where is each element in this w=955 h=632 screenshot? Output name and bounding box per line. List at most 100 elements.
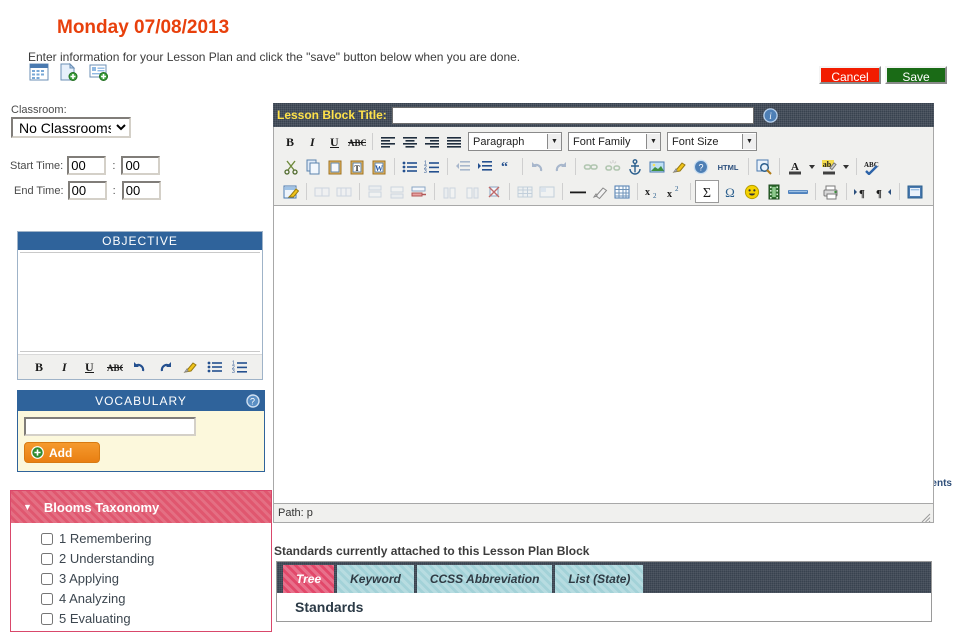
blooms-taxonomy-header[interactable]: ▼ Blooms Taxonomy: [11, 491, 271, 523]
list-item[interactable]: 2 Understanding: [41, 551, 271, 566]
cut-icon[interactable]: [280, 156, 302, 177]
list-item[interactable]: 4 Analyzing: [41, 591, 271, 606]
blooms-checkbox[interactable]: [41, 532, 53, 545]
classroom-select[interactable]: No Classrooms: [11, 117, 131, 138]
align-justify-icon[interactable]: [443, 131, 465, 152]
list-item[interactable]: 5 Evaluating: [41, 611, 271, 626]
ltr-icon[interactable]: ¶: [851, 181, 873, 202]
remove-format-icon[interactable]: [589, 181, 611, 202]
preview-icon[interactable]: [753, 156, 775, 177]
insert-col-before-icon[interactable]: [439, 181, 461, 202]
end-time-minute-input[interactable]: 00: [121, 181, 161, 200]
sigma-icon[interactable]: Σ: [695, 180, 719, 203]
outdent-icon[interactable]: [452, 156, 474, 177]
help-icon[interactable]: ?: [690, 156, 712, 177]
help-circle-icon[interactable]: ?: [246, 394, 260, 408]
insert-col-after-icon[interactable]: [461, 181, 483, 202]
blooms-checkbox[interactable]: [41, 572, 53, 585]
align-left-icon[interactable]: [377, 131, 399, 152]
unlink-icon[interactable]: [602, 156, 624, 177]
horizontal-rule-icon[interactable]: [567, 181, 589, 202]
link-icon[interactable]: [580, 156, 602, 177]
bullet-list-icon[interactable]: [207, 359, 223, 375]
blooms-checkbox[interactable]: [41, 552, 53, 565]
insert-row-before-icon[interactable]: [364, 181, 386, 202]
list-item[interactable]: 1 Remembering: [41, 531, 271, 546]
html-source-icon[interactable]: HTML: [712, 156, 744, 177]
redo-icon[interactable]: [157, 359, 173, 375]
background-color-arrow-icon[interactable]: [840, 156, 852, 177]
add-block-icon[interactable]: [89, 63, 109, 81]
tab-ccss-abbreviation[interactable]: CCSS Abbreviation: [417, 565, 553, 593]
chevron-down-icon[interactable]: ▼: [646, 134, 660, 149]
media-icon[interactable]: [763, 181, 785, 202]
list-item[interactable]: 3 Applying: [41, 571, 271, 586]
tab-tree[interactable]: Tree: [283, 565, 334, 593]
add-page-icon[interactable]: [59, 62, 79, 81]
numbered-list-icon[interactable]: 123: [232, 359, 248, 375]
page-break-icon[interactable]: [785, 181, 811, 202]
start-time-hour-input[interactable]: 00: [67, 156, 107, 175]
add-vocabulary-button[interactable]: Add: [24, 442, 100, 463]
blockquote-icon[interactable]: “: [496, 156, 518, 177]
objective-editor-area[interactable]: [20, 252, 260, 352]
print-icon[interactable]: [820, 181, 842, 202]
text-color-arrow-icon[interactable]: [806, 156, 818, 177]
chevron-down-icon[interactable]: ▼: [742, 134, 756, 149]
bold-icon[interactable]: B: [280, 131, 302, 152]
numbered-list-icon[interactable]: 123: [421, 156, 443, 177]
table-props-icon[interactable]: [514, 181, 536, 202]
lesson-block-title-input[interactable]: [391, 106, 754, 124]
start-time-minute-input[interactable]: 00: [121, 156, 161, 175]
cancel-button[interactable]: Cancel: [819, 66, 881, 84]
paragraph-format-select[interactable]: Paragraph ▼: [468, 132, 562, 151]
bullet-list-icon[interactable]: [399, 156, 421, 177]
emoticon-icon[interactable]: [741, 181, 763, 202]
delete-row-icon[interactable]: [408, 181, 430, 202]
strikethrough-icon[interactable]: ABC: [346, 131, 368, 152]
undo-icon[interactable]: [132, 359, 148, 375]
underline-icon[interactable]: U: [324, 131, 346, 152]
end-time-hour-input[interactable]: 00: [67, 181, 107, 200]
anchor-icon[interactable]: [624, 156, 646, 177]
cell-props-icon[interactable]: [536, 181, 558, 202]
font-family-select[interactable]: Font Family ▼: [568, 132, 661, 151]
paste-text-icon[interactable]: T: [346, 156, 368, 177]
calendar-icon[interactable]: [29, 63, 49, 81]
italic-icon[interactable]: I: [302, 131, 324, 152]
italic-icon[interactable]: I: [57, 359, 73, 375]
merge-cells-icon[interactable]: [311, 181, 333, 202]
subscript-icon[interactable]: x2: [642, 181, 664, 202]
delete-col-icon[interactable]: [483, 181, 505, 202]
clean-icon[interactable]: [668, 156, 690, 177]
font-size-select[interactable]: Font Size ▼: [667, 132, 757, 151]
undo-icon[interactable]: [527, 156, 549, 177]
rtl-icon[interactable]: ¶: [873, 181, 895, 202]
image-icon[interactable]: [646, 156, 668, 177]
paste-word-icon[interactable]: W: [368, 156, 390, 177]
background-color-icon[interactable]: ab: [818, 156, 840, 177]
paste-icon[interactable]: [324, 156, 346, 177]
insert-row-after-icon[interactable]: [386, 181, 408, 202]
align-center-icon[interactable]: [399, 131, 421, 152]
lesson-block-content-area[interactable]: [273, 206, 934, 504]
indent-icon[interactable]: [474, 156, 496, 177]
tab-list-state[interactable]: List (State): [555, 565, 643, 593]
vocabulary-input[interactable]: [24, 417, 196, 436]
blooms-checkbox[interactable]: [41, 592, 53, 605]
redo-icon[interactable]: [549, 156, 571, 177]
strikethrough-icon[interactable]: ABC: [107, 359, 126, 375]
fullscreen-icon[interactable]: [904, 181, 926, 202]
insert-table-icon[interactable]: [611, 181, 633, 202]
underline-icon[interactable]: U: [82, 359, 98, 375]
info-circle-icon[interactable]: i: [763, 107, 778, 123]
spellcheck-icon[interactable]: ABC: [861, 156, 883, 177]
copy-icon[interactable]: [302, 156, 324, 177]
bold-icon[interactable]: B: [32, 359, 48, 375]
text-color-icon[interactable]: A: [784, 156, 806, 177]
align-right-icon[interactable]: [421, 131, 443, 152]
save-button[interactable]: Save: [885, 66, 947, 84]
blooms-checkbox[interactable]: [41, 612, 53, 625]
special-char-icon[interactable]: Ω: [719, 181, 741, 202]
resize-grip[interactable]: [921, 511, 931, 523]
